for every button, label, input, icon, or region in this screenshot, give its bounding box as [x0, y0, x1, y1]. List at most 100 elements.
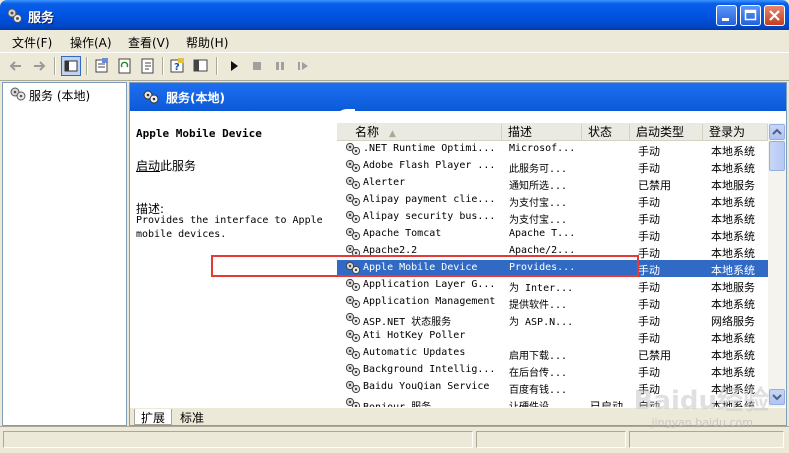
status-bar: [0, 426, 789, 453]
table-row[interactable]: Ati HotKey Poller 手动 本地系统: [337, 328, 768, 345]
column-header-name[interactable]: 名称 ▲: [337, 124, 502, 140]
service-description: Microsof...: [509, 143, 576, 154]
table-row[interactable]: .NET Runtime Optimi... Microsof... 手动 本地系统: [337, 141, 768, 158]
table-row[interactable]: Application Layer G... 为 Inter... 手动 本地服务: [337, 277, 768, 294]
console-tree-icon[interactable]: [191, 56, 211, 76]
service-name: Alipay payment clie...: [363, 194, 496, 205]
console-tree-pane: 服务 (本地): [2, 82, 127, 426]
menu-bar: 文件(F) 操作(A) 查看(V) 帮助(H): [0, 30, 789, 53]
service-log-on-as: 本地系统: [711, 230, 755, 243]
scroll-down-button[interactable]: [769, 389, 785, 405]
table-row[interactable]: Automatic Updates 启用下载... 已禁用 本地系统: [337, 345, 768, 362]
services-gear-icon: [6, 7, 23, 24]
back-arrow-icon[interactable]: [6, 56, 26, 76]
table-row[interactable]: Alerter 通知所选... 已禁用 本地服务: [337, 175, 768, 192]
service-gear-icon: [345, 159, 361, 176]
properties-icon[interactable]: [92, 56, 112, 76]
table-row[interactable]: Background Intellig... 在后台传... 手动 本地系统: [337, 362, 768, 379]
service-name: Alerter: [363, 177, 406, 188]
vertical-scrollbar[interactable]: [768, 123, 786, 407]
title-bar[interactable]: 服务: [0, 0, 789, 30]
menu-help[interactable]: 帮助(H): [186, 34, 228, 51]
service-name: Automatic Updates: [363, 347, 466, 358]
start-service-suffix: 此服务: [160, 159, 197, 173]
menu-action[interactable]: 操作(A): [70, 34, 112, 51]
toolbar-divider: [86, 57, 88, 75]
column-header-startup-type[interactable]: 启动类型: [630, 124, 703, 140]
service-startup-type: 手动: [638, 145, 660, 158]
start-service-text: 启动此服务: [136, 157, 196, 174]
service-log-on-as: 本地系统: [711, 145, 755, 158]
refresh-icon[interactable]: [115, 56, 135, 76]
description-text: Provides the interface to Apple mobile d…: [136, 215, 323, 240]
service-name: Ati HotKey Poller: [363, 330, 466, 341]
stop-service-icon[interactable]: [247, 56, 267, 76]
maximize-button[interactable]: [740, 5, 761, 26]
service-log-on-as: 本地系统: [711, 349, 755, 362]
service-startup-type: 已禁用: [638, 349, 671, 362]
service-gear-icon: [345, 142, 361, 159]
service-name: Background Intellig...: [363, 364, 496, 375]
selection-highlight-box: [211, 255, 639, 277]
service-log-on-as: 本地系统: [711, 247, 755, 260]
column-header-description[interactable]: 描述: [502, 124, 582, 140]
forward-arrow-icon[interactable]: [29, 56, 49, 76]
service-log-on-as: 网络服务: [711, 315, 755, 328]
service-name: Application Management: [363, 296, 496, 307]
column-header-log-on-as[interactable]: 登录为: [703, 124, 768, 140]
tab-extended[interactable]: 扩展: [134, 409, 173, 425]
service-startup-type: 手动: [638, 281, 660, 294]
panel-title: 服务(本地): [166, 91, 225, 105]
services-gear-icon: [142, 89, 160, 108]
service-description: 百度有钱...: [509, 385, 568, 396]
services-detail-pane: 服务(本地) Apple Mobile Device 启动此服务 描述: Pro…: [129, 82, 787, 426]
start-service-icon[interactable]: [224, 56, 244, 76]
restart-service-icon[interactable]: [293, 56, 313, 76]
service-description: 通知所选...: [509, 181, 568, 192]
service-gear-icon: [345, 210, 361, 227]
close-button[interactable]: [764, 5, 785, 26]
table-row[interactable]: Application Management 提供软件... 手动 本地系统: [337, 294, 768, 311]
table-row[interactable]: Adobe Flash Player ... 此服务可... 手动 本地系统: [337, 158, 768, 175]
service-name: Baidu YouQian Service: [363, 381, 490, 392]
service-description: 为支付宝...: [509, 198, 568, 209]
column-header-status[interactable]: 状态: [582, 124, 630, 140]
start-service-link[interactable]: 启动: [136, 159, 160, 173]
service-startup-type: 手动: [638, 196, 660, 209]
service-gear-icon: [345, 193, 361, 210]
scroll-up-button[interactable]: [769, 124, 785, 140]
help-icon[interactable]: ?: [168, 56, 188, 76]
pause-service-icon[interactable]: [270, 56, 290, 76]
table-row[interactable]: ASP.NET 状态服务 为 ASP.N... 手动 网络服务: [337, 311, 768, 328]
window-title: 服务: [28, 11, 55, 26]
service-description: 为 ASP.N...: [509, 317, 574, 328]
sort-ascending-icon: ▲: [389, 129, 396, 139]
panel-header: 服务(本地): [130, 83, 786, 111]
show-hide-tree-icon[interactable]: [61, 56, 81, 76]
service-log-on-as: 本地系统: [711, 264, 755, 277]
service-gear-icon: [345, 227, 361, 244]
services-gear-icon: [9, 86, 27, 105]
watermark-url: jingyan.baidu.com: [651, 416, 753, 429]
service-startup-type: 已禁用: [638, 179, 671, 192]
minimize-button[interactable]: [716, 5, 737, 26]
service-log-on-as: 本地系统: [711, 213, 755, 226]
export-list-icon[interactable]: [138, 56, 158, 76]
tab-standard[interactable]: 标准: [174, 409, 210, 425]
service-gear-icon: [345, 278, 361, 295]
service-log-on-as: 本地系统: [711, 366, 755, 379]
service-gear-icon: [345, 312, 361, 329]
menu-file[interactable]: 文件(F): [12, 34, 52, 51]
service-name: Alipay security bus...: [363, 211, 496, 222]
table-row[interactable]: Apache Tomcat Apache T... 手动 本地系统: [337, 226, 768, 243]
status-segment: [629, 431, 784, 448]
service-log-on-as: 本地系统: [711, 332, 755, 345]
table-row[interactable]: Alipay security bus... 为支付宝... 手动 本地系统: [337, 209, 768, 226]
service-description: 为 Inter...: [509, 283, 574, 294]
table-row[interactable]: Alipay payment clie... 为支付宝... 手动 本地系统: [337, 192, 768, 209]
service-startup-type: 手动: [638, 298, 660, 311]
service-startup-type: 手动: [638, 213, 660, 226]
scroll-thumb[interactable]: [769, 141, 785, 171]
menu-view[interactable]: 查看(V): [128, 34, 170, 51]
service-description: 启用下载...: [509, 351, 568, 362]
